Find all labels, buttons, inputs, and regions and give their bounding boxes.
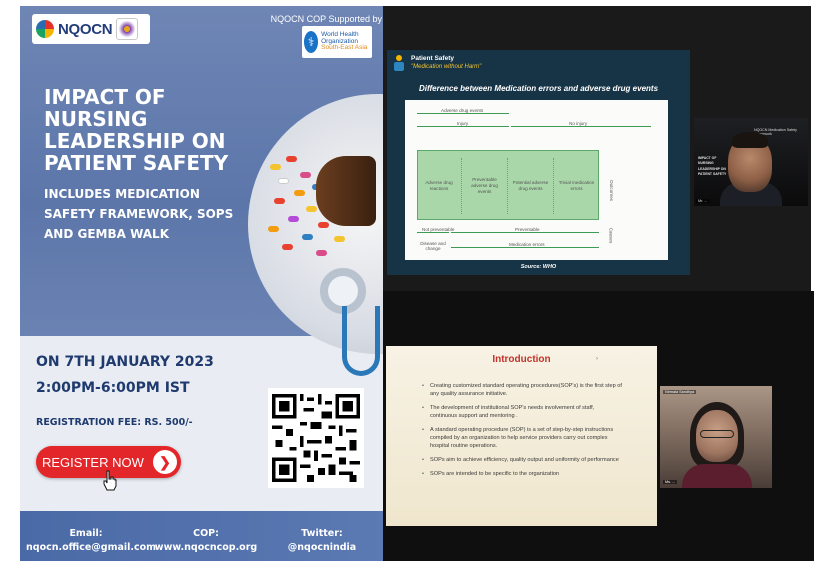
arrow-right-icon: ❯ bbox=[153, 450, 177, 474]
event-poster: NQOCN NQOCN COP Supported by ⚕ World Hea… bbox=[20, 6, 383, 561]
preventable-arrow bbox=[451, 232, 599, 233]
participant-hair bbox=[732, 132, 768, 148]
participant-top-label: Nirmala Sandhya bbox=[663, 390, 697, 394]
patient-safety-logo-icon bbox=[394, 55, 404, 71]
who-name: World Health Organization bbox=[321, 30, 359, 45]
twitter-label: Twitter: bbox=[301, 528, 343, 539]
ade-diagram: Adverse drug events Injury No injury Adv… bbox=[405, 100, 668, 260]
who-region: South-East Asia bbox=[321, 44, 368, 52]
list-item: A standard operating procedure (SOP) is … bbox=[422, 426, 622, 450]
cop-label: COP: bbox=[193, 528, 219, 539]
nqocn-logo: NQOCN bbox=[32, 14, 150, 44]
cop-badge-icon bbox=[116, 18, 139, 40]
medication-errors-arrow bbox=[451, 247, 599, 248]
participant-name-tag: Mr. ... bbox=[696, 199, 710, 203]
email-label: Email: bbox=[69, 528, 103, 539]
box-adverse-drug-reactions: Adverse drug reactions bbox=[417, 158, 462, 214]
twitter-handle[interactable]: @nqocnindia bbox=[262, 542, 382, 553]
slide-title: Introduction bbox=[492, 354, 551, 365]
ade-arrow bbox=[417, 113, 509, 114]
event-date: ON 7TH JANUARY 2023 bbox=[36, 354, 214, 370]
no-injury-arrow bbox=[511, 126, 651, 127]
hand-cursor-icon bbox=[103, 470, 117, 491]
list-item: The development of institutional SOP's n… bbox=[422, 404, 622, 420]
slide-bullet-list: Creating customized standard operating p… bbox=[422, 382, 622, 484]
who-logo: ⚕ World Health Organization South-East A… bbox=[302, 26, 372, 58]
injury-label: Injury bbox=[455, 121, 471, 126]
supported-by-text: NQOCN COP Supported by bbox=[270, 14, 382, 24]
box-preventable-ade: Preventable adverse drug events bbox=[462, 158, 508, 214]
slide-source: Source: WHO bbox=[520, 264, 557, 270]
stethoscope-tube bbox=[342, 306, 380, 376]
shared-slide-medication-errors: Patient Safety "Medication without Harm"… bbox=[387, 50, 690, 275]
poster-subtitle: INCLUDES MEDICATION SAFETY FRAMEWORK, SO… bbox=[44, 187, 234, 241]
event-time: 2:00PM-6:00PM IST bbox=[36, 380, 190, 396]
slide-brand: Patient Safety bbox=[411, 55, 454, 62]
email-value[interactable]: nqocn.office@gmail.com bbox=[26, 542, 156, 553]
footer-cop: COP: www.nqocncop.org bbox=[146, 528, 266, 553]
poster-title: IMPACT OF NURSING LEADERSHIP ON PATIENT … bbox=[44, 85, 229, 175]
slide-heading: Difference between Medication errors and… bbox=[418, 84, 659, 93]
footer-email: Email: nqocn.office@gmail.com bbox=[26, 528, 156, 553]
logo-text: NQOCN bbox=[58, 20, 113, 38]
medication-errors-label: Medication errors bbox=[507, 242, 547, 247]
list-item: SOPs are intended to be specific to the … bbox=[422, 470, 622, 478]
box-trivial-errors: Trivial medication errors bbox=[558, 180, 595, 191]
qr-code bbox=[268, 388, 364, 488]
not-preventable-arrow bbox=[417, 232, 449, 233]
list-item: Creating customized standard operating p… bbox=[422, 382, 622, 398]
ade-label: Adverse drug events bbox=[439, 108, 486, 113]
box-potential-ade: Potential adverse drug events bbox=[508, 158, 554, 214]
register-label: REGISTER NOW bbox=[42, 454, 144, 470]
preventable-label: Preventable bbox=[513, 227, 542, 232]
video-background-text: IMPACT OF NURSING LEADERSHIP ON PATIENT … bbox=[698, 156, 726, 178]
footer-twitter: Twitter: @nqocnindia bbox=[262, 528, 382, 553]
participant-video-bottom[interactable]: Nirmala Sandhya Ms. ... bbox=[660, 386, 772, 488]
participant-body bbox=[682, 464, 752, 488]
injury-arrow bbox=[417, 126, 509, 127]
list-item: SOPs aim to achieve efficiency, quality … bbox=[422, 456, 622, 464]
participant-video-top[interactable]: NQOCN Medication Safety Framework IMPACT… bbox=[694, 118, 808, 206]
slide-tagline: "Medication without Harm" bbox=[411, 64, 482, 70]
disease-change-label: Disease and change bbox=[420, 241, 446, 251]
causes-label: Causes bbox=[608, 227, 614, 244]
nqocn-star-icon bbox=[36, 20, 54, 38]
registration-fee: REGISTRATION FEE: RS. 500/- bbox=[36, 417, 193, 428]
shared-slide-introduction: Introduction › Creating customized stand… bbox=[386, 346, 657, 526]
no-injury-label: No injury bbox=[567, 121, 590, 126]
who-emblem-icon: ⚕ bbox=[304, 31, 319, 53]
participant-name-tag: Ms. ... bbox=[663, 480, 678, 484]
glasses bbox=[700, 430, 734, 438]
bg-line-4: PATIENT SAFETY bbox=[698, 172, 727, 177]
outcomes-label: Outcomes bbox=[608, 180, 614, 201]
gavel-image bbox=[316, 156, 376, 226]
cop-link[interactable]: www.nqocncop.org bbox=[146, 542, 266, 553]
slide-marker: › bbox=[596, 356, 598, 362]
